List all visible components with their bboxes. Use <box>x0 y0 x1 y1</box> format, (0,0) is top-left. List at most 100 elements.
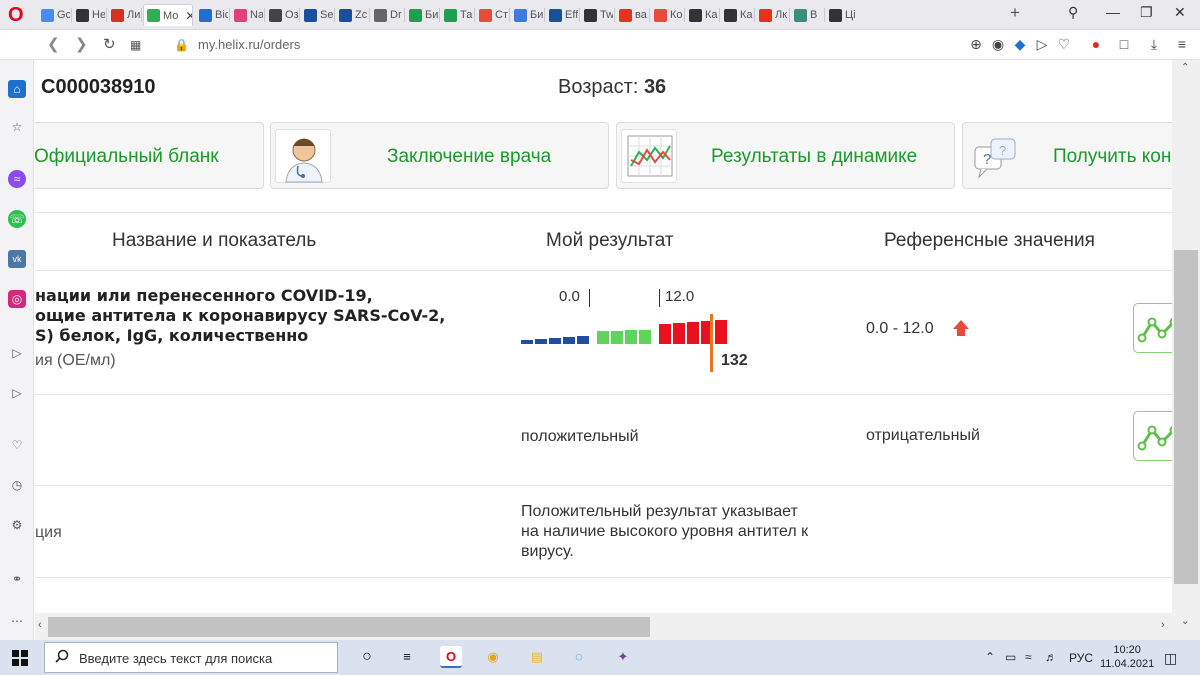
tab-separator <box>474 8 475 22</box>
minimize-button[interactable]: — <box>1106 4 1120 20</box>
wifi-icon[interactable]: ≈ <box>1025 650 1032 664</box>
send-icon[interactable]: ▷ <box>1034 36 1050 52</box>
browser-tab[interactable]: Не <box>73 4 105 26</box>
history-icon[interactable]: ◷ <box>8 476 26 494</box>
tab-separator <box>649 8 650 22</box>
trend-icon <box>1137 317 1172 343</box>
official-form-card[interactable]: Официальный бланк <box>35 122 264 189</box>
trend-chart-button[interactable] <box>1133 411 1172 461</box>
cortana-icon[interactable]: ○ <box>356 646 378 668</box>
edge-icon[interactable]: ◌ <box>568 646 590 668</box>
browser-tab[interactable]: Ка <box>686 4 718 26</box>
zoom-icon[interactable]: ⊕ <box>968 36 984 52</box>
send-sidebar-icon[interactable]: ▷ <box>8 384 26 402</box>
back-button[interactable]: ❮ <box>47 35 60 53</box>
reload-icon[interactable]: ↻ <box>103 35 116 53</box>
browser-tab[interactable]: Ст <box>476 4 508 26</box>
test-name-line: нации или перенесенного COVID-19, <box>35 286 373 305</box>
player-icon[interactable]: ▷ <box>8 344 26 362</box>
browser-tab[interactable]: Віс <box>196 4 228 26</box>
heart-icon[interactable]: ♡ <box>1056 36 1072 52</box>
trend-chart-button[interactable] <box>1133 303 1172 353</box>
browser-tab[interactable]: Оз <box>266 4 298 26</box>
cube-icon[interactable]: □ <box>1116 36 1132 52</box>
camera-icon[interactable]: ◉ <box>990 36 1006 52</box>
language-indicator[interactable]: РУС <box>1069 651 1093 665</box>
notification-icon[interactable]: ◫ <box>1164 650 1177 667</box>
dynamics-card[interactable]: Результаты в динамике <box>616 122 955 189</box>
tips-icon[interactable]: ⚭ <box>8 570 26 588</box>
whatsapp-icon[interactable]: ☏ <box>8 210 26 228</box>
browser-tab[interactable]: Ко <box>651 4 683 26</box>
scale-high-tick <box>659 289 660 307</box>
scale-segment <box>673 323 685 344</box>
tab-separator <box>824 8 825 22</box>
vertical-scroll-thumb[interactable] <box>1174 250 1198 584</box>
scroll-right-icon[interactable]: › <box>1161 619 1165 631</box>
age-label: Возраст: <box>558 76 639 98</box>
forward-button[interactable]: ❯ <box>75 35 88 53</box>
close-tab-icon[interactable]: ✕ <box>185 9 192 23</box>
scroll-left-icon[interactable]: ‹ <box>38 619 42 631</box>
more-icon[interactable]: ⋯ <box>8 612 26 630</box>
tray-expand-icon[interactable]: ⌃ <box>985 650 995 664</box>
browser-tab[interactable]: Tw <box>581 4 613 26</box>
battery-icon[interactable]: ▭ <box>1005 650 1016 664</box>
browser-tab[interactable]: ва <box>616 4 648 26</box>
shield-icon[interactable]: ◆ <box>1012 36 1028 52</box>
restore-button[interactable]: ❐ <box>1140 4 1153 21</box>
browser-tab[interactable]: Ка <box>721 4 753 26</box>
divider <box>35 270 1172 271</box>
easy-setup-icon[interactable]: ≡ <box>1174 36 1190 52</box>
messenger-icon[interactable]: ≈ <box>8 170 26 188</box>
speed-dial-icon[interactable]: ▦ <box>130 38 141 52</box>
home-icon[interactable]: ⌂ <box>8 80 26 98</box>
url-field[interactable]: my.helix.ru/orders <box>198 37 300 52</box>
settings-icon[interactable]: ⚙ <box>8 516 26 534</box>
task-view-icon[interactable]: ≡ <box>396 646 418 668</box>
instagram-icon[interactable]: ◎ <box>8 290 26 308</box>
browser-tab[interactable]: Na <box>231 4 263 26</box>
star-icon[interactable]: ☆ <box>8 118 26 136</box>
volume-icon[interactable]: ♬ <box>1045 650 1057 664</box>
get-consultation-card[interactable]: ? ? Получить кон <box>962 122 1172 189</box>
horizontal-scroll-thumb[interactable] <box>48 617 650 637</box>
browser-tab[interactable]: Мо ✕ <box>143 4 193 26</box>
clock[interactable]: 10:20 11.04.2021 <box>1100 643 1154 671</box>
taskbar-search-placeholder: Введите здесь текст для поиска <box>79 651 273 666</box>
scroll-up-icon[interactable]: ⌃ <box>1181 62 1189 73</box>
browser-tab[interactable]: Ці <box>826 4 858 26</box>
new-tab-button[interactable]: + <box>1010 3 1020 23</box>
windows-start-icon[interactable] <box>12 650 28 666</box>
browser-tab[interactable]: Gc <box>38 4 70 26</box>
adblock-icon[interactable]: ● <box>1088 36 1104 52</box>
download-icon[interactable]: ⤓ <box>1146 36 1162 52</box>
browser-tab[interactable]: Eff <box>546 4 578 26</box>
tab-label: Ці <box>845 9 856 21</box>
slack-icon[interactable]: ✦ <box>612 646 634 668</box>
browser-tab[interactable]: Dr <box>371 4 403 26</box>
heart-sidebar-icon[interactable]: ♡ <box>8 436 26 454</box>
tab-separator <box>106 8 107 22</box>
browser-tab[interactable]: В <box>791 4 823 26</box>
search-tabs-icon[interactable]: ⚲ <box>1068 4 1078 21</box>
browser-tab[interactable]: Ли <box>108 4 140 26</box>
vk-icon[interactable]: vk <box>8 250 26 268</box>
chrome-icon[interactable]: ◉ <box>482 646 504 668</box>
scroll-down-icon[interactable]: ⌄ <box>1181 616 1189 627</box>
browser-tab[interactable]: Та <box>441 4 473 26</box>
doctor-conclusion-card[interactable]: Заключение врача <box>270 122 609 189</box>
opera-taskbar-icon[interactable]: O <box>440 646 462 668</box>
lock-icon: 🔒 <box>174 38 189 52</box>
taskbar-search[interactable]: Введите здесь текст для поиска <box>44 642 338 673</box>
result-note-line: Положительный результат указывает <box>521 503 798 520</box>
opera-menu-icon[interactable]: O <box>8 4 28 26</box>
file-explorer-icon[interactable]: ▤ <box>526 646 548 668</box>
browser-tab[interactable]: Би <box>406 4 438 26</box>
browser-tab[interactable]: Zc <box>336 4 368 26</box>
browser-tab[interactable]: Би <box>511 4 543 26</box>
browser-tab[interactable]: Лк <box>756 4 788 26</box>
close-window-button[interactable]: ✕ <box>1174 4 1186 21</box>
opera-sidebar: ⌂ ☆ ≈ ☏ vk ◎ ▷ ▷ ♡ ◷ ⚙ ⚭ ⋯ <box>0 60 34 640</box>
browser-tab[interactable]: Se <box>301 4 333 26</box>
